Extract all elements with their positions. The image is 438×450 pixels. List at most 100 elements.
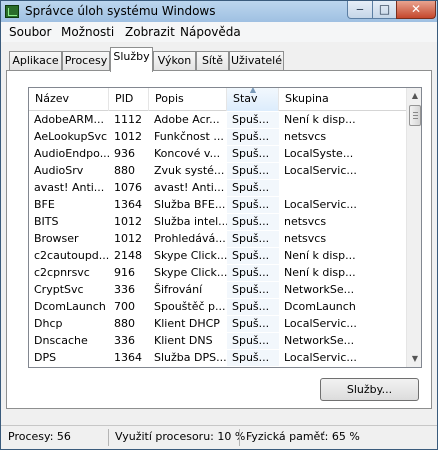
services-tab-panel: Název PID Popis Stav Skupina ▲ AdobeARM.… [6,70,432,409]
table-row[interactable]: Dnscache 336 Klient DNS Spuš... NetworkSe... [29,333,406,349]
row-status: Spuš... [227,231,279,247]
list-header: Název PID Popis Stav Skupina ▲ [29,88,406,111]
table-row[interactable]: avast! Anti... 1076 avast! Anti... Spuš... [29,180,406,196]
menu-napoveda[interactable]: Nápověda [180,25,241,39]
row-pid: 1112 [114,113,142,126]
row-status: Spuš... [227,180,279,196]
table-row[interactable]: DcomLaunch 700 Spouštěč p... Spuš... DcomLau… [29,299,406,315]
row-description: Služba BFE... [154,198,226,211]
table-row[interactable]: AudioEndpo... 936 Koncové v... Spuš... Local… [29,146,406,162]
table-row[interactable]: Browser 1012 Prohledává... Spuš... netsvcs [29,231,406,247]
row-pid: 916 [114,266,135,279]
table-row[interactable]: AudioSrv 880 Zvuk systé... Spuš... LocalServ… [29,163,406,179]
row-description: Služba DPS... [154,351,227,364]
row-name: AeLookupSvc [34,130,108,143]
column-header-pid[interactable]: PID [109,88,149,111]
row-status: Spuš... [227,282,279,298]
table-row[interactable]: DPS 1364 Služba DPS... Spuš... LocalServic..… [29,350,406,366]
row-pid: 700 [114,300,135,313]
row-status: Spuš... [227,265,279,281]
row-description: Služba intel... [154,215,227,228]
vertical-scrollbar[interactable]: ▲ ▼ [406,88,421,367]
status-processes: Procesy: 56 [8,430,71,443]
row-status: Spuš... [227,197,279,213]
list-body: AdobeARM... 1112 Adobe Acr... Spuš... Není k… [29,112,406,367]
task-manager-icon [5,5,19,18]
task-manager-window: Správce úloh systému Windows ‒ □ ✕ Soubo… [0,0,438,450]
row-group: Není k disp... [284,249,356,262]
row-pid: 880 [114,317,135,330]
row-group: netsvcs [284,130,327,143]
column-header-group[interactable]: Skupina [279,88,406,111]
row-name: AdobeARM... [34,113,104,126]
title-bar[interactable]: Správce úloh systému Windows ‒ □ ✕ [1,1,437,22]
row-pid: 1012 [114,232,142,245]
status-divider [108,429,109,446]
close-button[interactable]: ✕ [396,1,436,19]
row-description: Prohledává... [154,232,226,245]
row-description: Klient DNS [154,334,213,347]
row-status: Spuš... [227,248,279,264]
row-description: Skype Click... [154,249,227,262]
tab-site[interactable]: Sítě [196,51,229,71]
sort-ascending-icon: ▲ [249,87,257,94]
row-name: AudioEndpo... [34,147,109,160]
row-description: Spouštěč p... [154,300,226,313]
window-title: Správce úloh systému Windows [25,4,216,18]
tab-vykon[interactable]: Výkon [153,51,196,71]
row-name: CryptSvc [34,283,84,296]
scroll-down-icon[interactable]: ▼ [407,351,421,367]
table-row[interactable]: c2cautoupd... 2148 Skype Click... Spuš... Ne… [29,248,406,264]
table-row[interactable]: CryptSvc 336 Šifrování Spuš... NetworkSe... [29,282,406,298]
tab-uzivatele[interactable]: Uživatelé [229,51,284,71]
row-group [279,180,406,196]
row-status: Spuš... [227,316,279,332]
row-pid: 1364 [114,351,142,364]
grip-icon [413,112,418,119]
row-group: LocalSyste... [284,147,354,160]
row-name: AudioSrv [34,164,84,177]
row-group: DcomLaunch [284,300,356,313]
table-row[interactable]: AeLookupSvc 1012 Funkčnost ... Spuš... netsv… [29,129,406,145]
tab-sluzby[interactable]: Služby [110,47,153,72]
row-status: Spuš... [227,350,279,366]
table-row[interactable]: BFE 1364 Služba BFE... Spuš... LocalServic..… [29,197,406,213]
scroll-up-icon[interactable]: ▲ [407,88,421,104]
menu-zobrazit[interactable]: Zobrazit [125,25,175,39]
minimize-button[interactable]: ‒ [347,1,373,19]
row-group: LocalServic... [284,317,357,330]
services-list[interactable]: Název PID Popis Stav Skupina ▲ AdobeARM.… [28,87,422,368]
menu-soubor[interactable]: Soubor [9,25,51,39]
row-pid: 1364 [114,198,142,211]
row-group: NetworkSe... [284,334,355,347]
row-name: Dhcp [34,317,63,330]
tab-aplikace[interactable]: Aplikace [9,51,62,71]
row-pid: 1012 [114,215,142,228]
row-description: avast! Anti... [154,181,225,194]
row-description: Skype Click... [154,266,227,279]
row-name: DcomLaunch [34,300,106,313]
row-description: Klient DHCP [154,317,220,330]
row-pid: 336 [114,334,135,347]
table-row[interactable]: c2cpnrsvc 916 Skype Click... Spuš... Není k … [29,265,406,281]
row-group: netsvcs [284,215,327,228]
column-header-description[interactable]: Popis [149,88,227,111]
row-status: Spuš... [227,163,279,179]
row-group: Není k disp... [284,113,356,126]
menu-moznosti[interactable]: Možnosti [61,25,114,39]
maximize-button[interactable]: □ [372,1,397,19]
table-row[interactable]: AdobeARM... 1112 Adobe Acr... Spuš... Není k… [29,112,406,128]
scrollbar-thumb[interactable] [409,105,421,126]
row-group: LocalServic... [284,198,357,211]
row-group: Není k disp... [284,266,356,279]
services-button[interactable]: Služby... [320,378,419,401]
row-description: Funkčnost ... [154,130,224,143]
table-row[interactable]: BITS 1012 Služba intel... Spuš... netsvcs [29,214,406,230]
row-name: BITS [34,215,59,228]
tab-procesy[interactable]: Procesy [62,51,110,71]
row-pid: 336 [114,283,135,296]
column-header-name[interactable]: Název [29,88,109,111]
row-name: c2cpnrsvc [34,266,90,279]
row-name: BFE [34,198,55,211]
table-row[interactable]: Dhcp 880 Klient DHCP Spuš... LocalServic... [29,316,406,332]
